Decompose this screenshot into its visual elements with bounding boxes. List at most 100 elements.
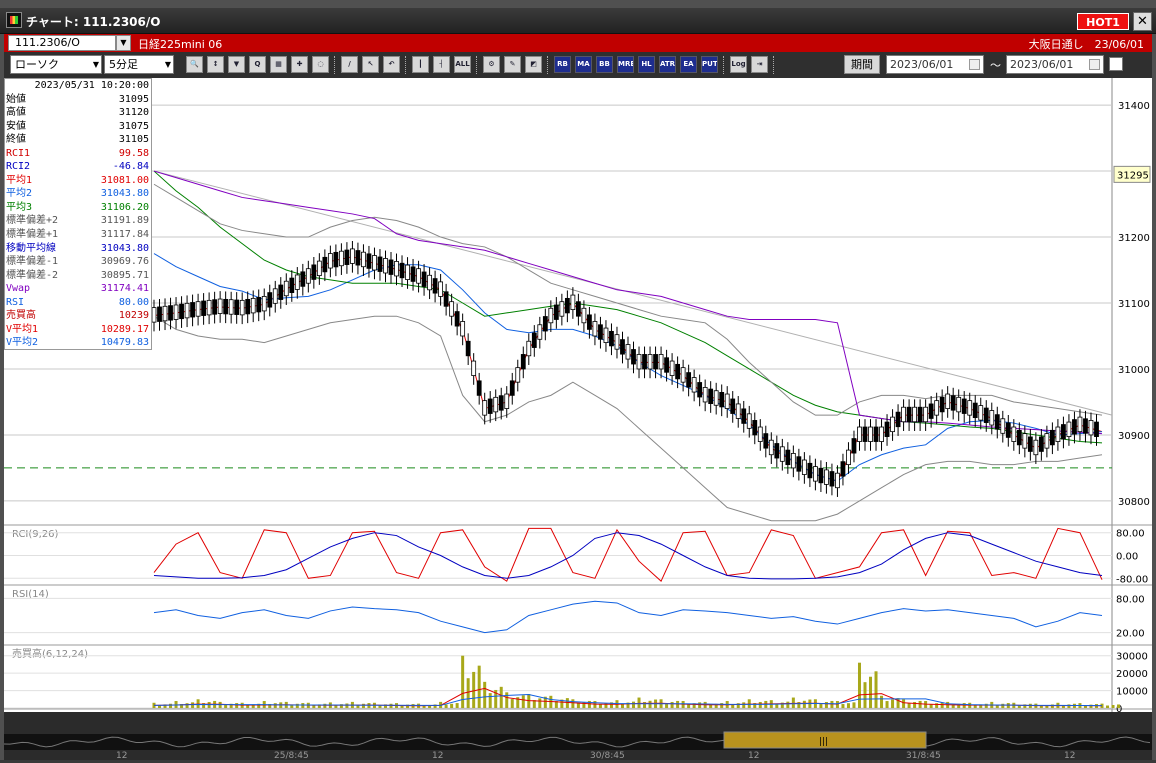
calendar-icon[interactable] (1089, 59, 1100, 70)
palette-button[interactable]: ◩ (525, 56, 542, 73)
navigator-bar[interactable]: ||| 12 25/8:45 12 30/8:45 12 31/8:45 12 (3, 712, 1152, 761)
pen-button[interactable]: ✎ (504, 56, 521, 73)
candle-color-button[interactable]: ✚ (291, 56, 308, 73)
volume-bar (824, 701, 828, 708)
date-from-value: 2023/06/01 (890, 58, 954, 71)
info-label: V平均2 (6, 337, 39, 349)
candle-body (697, 382, 703, 398)
indicator-hl-button[interactable]: HL (638, 56, 655, 73)
candle-body (983, 407, 989, 423)
chevron-down-icon: ▼ (92, 60, 99, 69)
chart-svg[interactable]: 3140031300312003110031000309003080031295… (4, 78, 1152, 726)
candle-body (504, 393, 510, 409)
candle-body (388, 259, 394, 275)
candle-body (383, 258, 388, 274)
indicator-ea-button[interactable]: EA (680, 56, 697, 73)
chart-window: チャート: 111.2306/O HOT1 ✕ 111.2306/O ▼ 日経2… (0, 0, 1156, 761)
period-down-button[interactable]: ▼ (228, 56, 245, 73)
title-bar: チャート: 111.2306/O HOT1 ✕ (0, 8, 1156, 34)
info-value: 99.58 (118, 147, 149, 159)
candle-body (840, 461, 846, 477)
info-row: RCI2 -46.84 (5, 160, 151, 174)
log-button[interactable]: Log (730, 56, 747, 73)
toolbar-separator (476, 56, 478, 74)
indicator-ma-button[interactable]: MA (575, 56, 592, 73)
candle-body (1022, 433, 1028, 449)
candle-body (592, 321, 598, 337)
toolbar-separator (773, 56, 775, 74)
pane-line-RSI (153, 600, 1103, 634)
undo-button[interactable]: ↶ (383, 56, 400, 73)
volume-bar (841, 704, 845, 708)
candle-button[interactable]: ┃ (412, 56, 429, 73)
pane-tick-label: 20000 (1116, 669, 1148, 680)
candle-body (427, 274, 432, 291)
volume-bar (483, 681, 487, 708)
price-tick-label: 31000 (1118, 365, 1150, 376)
option-checkbox[interactable] (1109, 57, 1123, 71)
candle-body (471, 360, 477, 376)
candle-body (553, 304, 559, 320)
info-label: RCI2 (6, 161, 31, 173)
candle-body (1066, 421, 1072, 437)
interval-select[interactable]: 5分足 ▼ (104, 55, 174, 74)
info-value: 31191.89 (100, 215, 149, 227)
price-tick-label: 31200 (1118, 233, 1150, 244)
symbol-input[interactable]: 111.2306/O (8, 35, 116, 51)
info-label: 終値 (6, 134, 26, 146)
tools-button[interactable]: ⚙ (483, 56, 500, 73)
calendar-icon[interactable] (969, 59, 980, 70)
chart-type-select[interactable]: ローソク ▼ (10, 55, 102, 74)
chart-fit-button[interactable]: ▦ (270, 56, 287, 73)
interval-value: 5分足 (109, 58, 138, 71)
all-button[interactable]: ALL (454, 56, 471, 73)
zoom-in-button[interactable]: Q (249, 56, 266, 73)
zoom-button[interactable]: 🔍 (186, 56, 203, 73)
indicator-mre-button[interactable]: MRE (617, 56, 634, 73)
info-label: 始値 (6, 93, 26, 105)
candle-body (873, 426, 879, 442)
candle-body (289, 277, 295, 294)
symbol-dropdown-arrow-icon[interactable]: ▼ (116, 35, 131, 51)
volume-bar (786, 701, 790, 708)
info-row: 標準偏差+1 31117.84 (5, 228, 151, 242)
volume-bar (1106, 705, 1110, 708)
indicator-rb-button[interactable]: RB (554, 56, 571, 73)
info-row: 売買高 10239 (5, 309, 151, 323)
cursor-button[interactable]: ↕ (207, 56, 224, 73)
indicator-atr-button[interactable]: ATR (659, 56, 676, 73)
date-from-input[interactable]: 2023/06/01 (886, 55, 984, 74)
candle-body (283, 280, 289, 297)
navigator-svg[interactable]: ||| 12 25/8:45 12 30/8:45 12 31/8:45 12 (3, 712, 1152, 761)
info-row: 終値 31105 (5, 133, 151, 147)
candle-body (967, 400, 973, 416)
period-button[interactable]: 期間 (844, 55, 880, 74)
candle-body (239, 299, 245, 316)
info-value: 10479.83 (100, 337, 149, 349)
close-button[interactable]: ✕ (1133, 12, 1152, 31)
select-arrow-button[interactable]: ↖ (362, 56, 379, 73)
price-tick-label: 31100 (1118, 299, 1150, 310)
info-row: Vwap 31174.41 (5, 282, 151, 296)
candle-body (730, 398, 736, 414)
chart-area[interactable]: 3140031300312003110031000309003080031295… (4, 78, 1152, 726)
indicator-bb-button[interactable]: BB (596, 56, 613, 73)
volume-bar (345, 703, 349, 708)
candle-body (482, 400, 488, 416)
volume-bar (676, 700, 680, 708)
candle-body (498, 395, 504, 411)
draw-line-button[interactable]: / (341, 56, 358, 73)
indicator-put-button[interactable]: PUT (701, 56, 718, 73)
date-to-input[interactable]: 2023/06/01 (1006, 55, 1104, 74)
pane-title: 売買高(6,12,24) (12, 647, 88, 660)
exit-button[interactable]: ⇥ (751, 56, 768, 73)
candle-body (234, 299, 240, 315)
candle-body (190, 302, 195, 318)
volume-bar (758, 701, 762, 708)
info-value: 80.00 (118, 296, 149, 308)
hot-button[interactable]: HOT1 (1077, 13, 1129, 30)
volume-bar (830, 700, 834, 708)
disabled-button[interactable]: ◌ (312, 56, 329, 73)
bar-button[interactable]: ┤ (433, 56, 450, 73)
price-tick-label: 30900 (1118, 431, 1150, 442)
